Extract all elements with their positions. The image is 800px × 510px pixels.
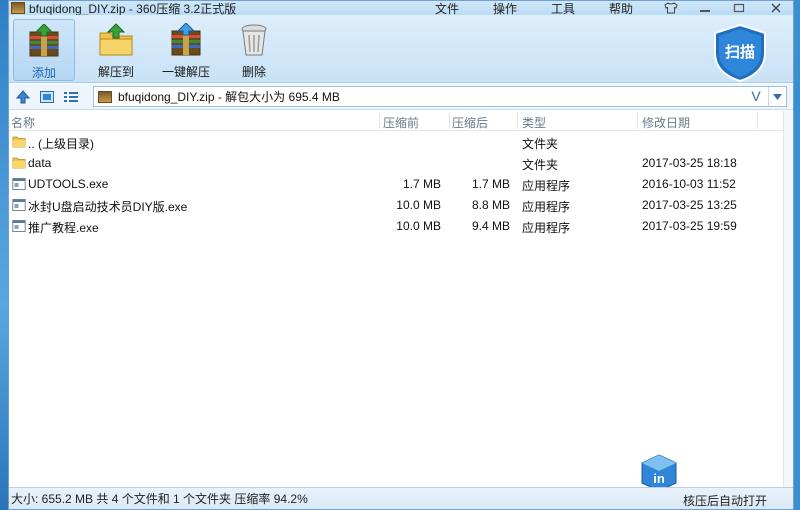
extract-to-label: 解压到 <box>97 65 134 79</box>
column-divider[interactable] <box>637 113 638 129</box>
one-click-extract-label: 一键解压 <box>161 65 210 79</box>
file-size-before: 10.0 MB <box>396 219 441 233</box>
folder-icon <box>12 136 26 148</box>
view-list-button[interactable] <box>61 88 81 106</box>
add-button[interactable]: 添加 <box>13 19 75 81</box>
table-row[interactable]: .. (上级目录) 文件夹 <box>9 132 793 153</box>
exe-icon <box>12 178 26 190</box>
status-bar: 大小: 655.2 MB 共 4 个文件和 1 个文件夹 压缩率 94.2% 核… <box>9 487 793 509</box>
arrow-up-icon <box>15 89 31 103</box>
title-bar[interactable]: bfuqidong_DIY.zip - 360压缩 3.2正式版 文件 操作 工… <box>9 1 793 16</box>
view-large-button[interactable] <box>37 88 57 106</box>
maximize-icon <box>733 3 745 13</box>
up-button[interactable] <box>13 88 33 106</box>
shirt-icon <box>664 2 678 14</box>
extract-folder-icon <box>98 23 134 57</box>
one-click-extract-button[interactable]: 一键解压 <box>155 19 217 81</box>
chevron-down-icon <box>773 93 782 100</box>
delete-button[interactable]: 删除 <box>223 19 285 81</box>
file-size-after: 9.4 MB <box>471 219 510 233</box>
file-name: data <box>28 156 52 170</box>
desktop-background <box>0 0 8 510</box>
column-modified[interactable]: 修改日期 <box>642 114 690 131</box>
file-name: 冰封U盘启动技术员DIY版.exe <box>28 200 188 214</box>
add-label: 添加 <box>31 66 56 80</box>
archive-icon <box>11 2 25 14</box>
file-size-before: 10.0 MB <box>396 198 441 212</box>
file-size-after: 8.8 MB <box>471 198 510 212</box>
column-compressed-after[interactable]: 压缩后 <box>452 114 488 131</box>
file-name: .. (上级目录) <box>28 137 94 151</box>
in-badge-text: in <box>653 471 665 486</box>
maximize-button[interactable] <box>727 1 751 15</box>
skin-button[interactable] <box>659 1 683 15</box>
status-right-text: 核压后自动打开 <box>682 494 767 508</box>
minimize-icon <box>700 10 710 12</box>
app-window: bfuqidong_DIY.zip - 360压缩 3.2正式版 文件 操作 工… <box>8 0 794 510</box>
file-list-header: 名称 压缩前 压缩后 类型 修改日期 <box>9 111 793 131</box>
large-icons-view-icon <box>40 90 54 103</box>
column-divider[interactable] <box>379 113 380 129</box>
add-archive-icon <box>26 23 62 58</box>
scrollbar-track[interactable] <box>783 111 793 487</box>
path-field[interactable]: bfuqidong_DIY.zip - 解包大小为 695.4 MB V <box>93 86 787 107</box>
file-modified-date: 2017-03-25 19:59 <box>642 219 737 233</box>
file-size-before: 1.7 MB <box>402 177 441 191</box>
close-button[interactable] <box>761 1 791 15</box>
file-size-after: 1.7 MB <box>471 177 510 191</box>
file-type: 应用程序 <box>522 200 571 214</box>
column-divider[interactable] <box>517 113 518 129</box>
folder-icon <box>12 157 26 169</box>
file-type: 应用程序 <box>522 179 571 193</box>
toolbar: 添加 解压到 一键解压 删除 扫描 <box>9 15 793 83</box>
status-summary: 大小: 655.2 MB 共 4 个文件和 1 个文件夹 压缩率 94.2% <box>11 492 308 506</box>
column-type[interactable]: 类型 <box>522 114 546 131</box>
table-row[interactable]: 推广教程.exe 10.0 MB 9.4 MB 应用程序 2017-03-25 19:5… <box>9 216 793 237</box>
minimize-button[interactable] <box>693 1 717 15</box>
column-name[interactable]: 名称 <box>11 114 35 131</box>
file-type: 文件夹 <box>522 137 559 151</box>
one-click-extract-icon <box>168 22 204 57</box>
exe-icon <box>12 199 26 211</box>
file-name: 推广教程.exe <box>28 221 99 235</box>
scan-label: 扫描 <box>724 44 755 61</box>
close-icon <box>771 3 781 13</box>
delete-label: 删除 <box>241 65 266 79</box>
window-controls <box>659 1 791 15</box>
file-modified-date: 2016-10-03 11:52 <box>642 177 736 191</box>
list-view-icon <box>64 91 78 102</box>
file-type: 文件夹 <box>522 158 559 172</box>
path-v-button[interactable]: V <box>748 87 764 106</box>
table-row[interactable]: data 文件夹 2017-03-25 18:18 <box>9 153 793 174</box>
scan-button[interactable]: 扫描 <box>711 23 769 83</box>
path-dropdown-button[interactable] <box>768 87 786 106</box>
file-modified-date: 2017-03-25 18:18 <box>642 156 737 170</box>
file-name: UDTOOLS.exe <box>28 177 109 191</box>
extract-to-button[interactable]: 解压到 <box>85 19 147 81</box>
path-text: bfuqidong_DIY.zip - 解包大小为 695.4 MB <box>118 90 340 104</box>
file-list: .. (上级目录) 文件夹 data 文件夹 2017-03-25 18:18 UDTOO… <box>9 132 793 237</box>
table-row[interactable]: UDTOOLS.exe 1.7 MB 1.7 MB 应用程序 2016-10-03 11… <box>9 174 793 195</box>
column-compressed-before[interactable]: 压缩前 <box>383 114 419 131</box>
file-type: 应用程序 <box>522 221 571 235</box>
address-bar: bfuqidong_DIY.zip - 解包大小为 695.4 MB V <box>9 84 793 110</box>
file-modified-date: 2017-03-25 13:25 <box>642 198 737 212</box>
column-divider[interactable] <box>449 113 450 129</box>
archive-icon <box>98 90 112 103</box>
exe-icon <box>12 220 26 232</box>
column-divider[interactable] <box>757 113 758 129</box>
table-row[interactable]: 冰封U盘启动技术员DIY版.exe 10.0 MB 8.8 MB 应用程序 2017-0… <box>9 195 793 216</box>
trash-icon <box>236 23 272 57</box>
